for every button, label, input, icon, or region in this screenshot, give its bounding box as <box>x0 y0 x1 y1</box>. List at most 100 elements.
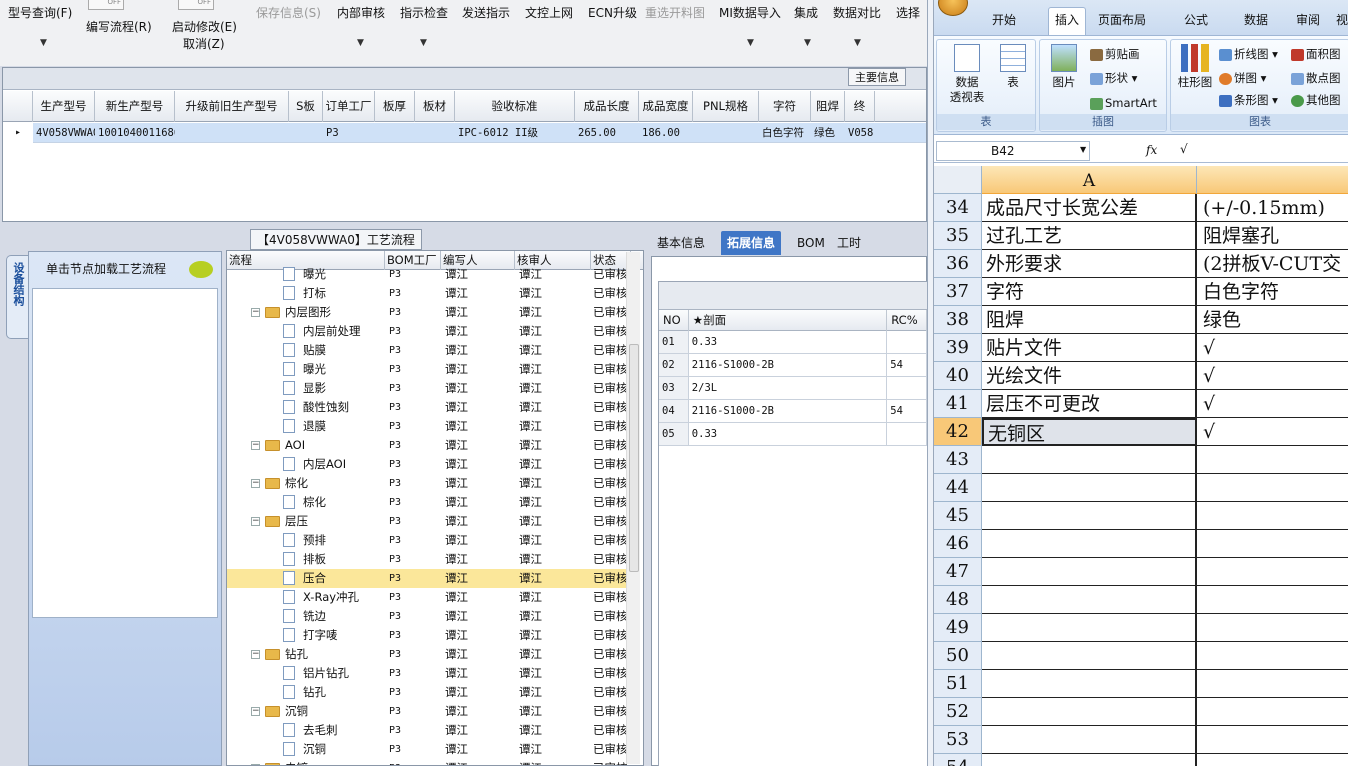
select-all-corner[interactable] <box>934 166 982 194</box>
save-info-button[interactable]: 保存信息(S) <box>256 4 321 21</box>
tree-node[interactable]: − 内层图形 <box>227 303 385 322</box>
process-tree-scrollbar[interactable] <box>626 252 640 764</box>
grid-column-header[interactable]: 升级前旧生产型号 <box>175 91 289 122</box>
cell-b[interactable] <box>1197 530 1348 558</box>
grid-cell[interactable] <box>415 123 455 143</box>
chevron-down-icon[interactable]: ▼ <box>420 38 427 48</box>
table-row[interactable]: 04 2116-S1000-2B 54 <box>659 400 927 423</box>
tree-row[interactable]: 贴膜 P3 谭江 谭江 已审核 <box>227 341 627 360</box>
cell-b[interactable]: (2拼板V-CUT交 <box>1197 250 1348 278</box>
tree-row[interactable]: 退膜 P3 谭江 谭江 已审核 <box>227 417 627 436</box>
section-cell[interactable] <box>887 377 927 399</box>
tree-row[interactable]: 曝光 P3 谭江 谭江 已审核 <box>227 265 627 284</box>
row-header[interactable]: 46 <box>934 530 982 558</box>
row-header[interactable]: 40 <box>934 362 982 390</box>
scrollbar-thumb[interactable] <box>629 344 639 572</box>
cell-a[interactable]: 无铜区 <box>982 418 1197 446</box>
tree-row[interactable]: 棕化 P3 谭江 谭江 已审核 <box>227 493 627 512</box>
data-compare-button[interactable]: 数据对比 <box>833 4 881 21</box>
chevron-down-icon[interactable]: ▼ <box>1080 145 1086 154</box>
tree-row[interactable]: 铣边 P3 谭江 谭江 已审核 <box>227 607 627 626</box>
row-header[interactable]: 42 <box>934 418 982 446</box>
tree-row[interactable]: − AOI P3 谭江 谭江 已审核 <box>227 436 627 455</box>
cell-a[interactable] <box>982 446 1197 474</box>
grid-cell[interactable]: 4V058VWWA0 <box>33 123 95 143</box>
tree-node[interactable]: 打标 <box>227 284 385 303</box>
grid-column-header[interactable]: S板 <box>289 91 323 122</box>
row-header[interactable]: 48 <box>934 586 982 614</box>
tree-row[interactable]: 钻孔 P3 谭江 谭江 已审核 <box>227 683 627 702</box>
start-modify-toggle[interactable]: OFF <box>178 0 214 10</box>
tree-row[interactable]: 显影 P3 谭江 谭江 已审核 <box>227 379 627 398</box>
section-cell[interactable]: 54 <box>887 354 927 376</box>
table-row[interactable]: 05 0.33 <box>659 423 927 446</box>
cell-a[interactable] <box>982 586 1197 614</box>
tree-node[interactable]: 铝片钻孔 <box>227 664 385 683</box>
tree-node[interactable]: 退膜 <box>227 417 385 436</box>
tree-node[interactable]: 沉铜 <box>227 740 385 759</box>
collapse-icon[interactable]: − <box>251 517 260 526</box>
row-header[interactable]: 36 <box>934 250 982 278</box>
tree-row[interactable]: − 层压 P3 谭江 谭江 已审核 <box>227 512 627 531</box>
section-cell[interactable]: 54 <box>887 400 927 422</box>
integration-button[interactable]: 集成 <box>794 4 818 21</box>
pivot-table-button[interactable]: 数据 透视表 <box>941 44 993 105</box>
grid-cell[interactable] <box>289 123 323 143</box>
table-row[interactable]: 01 0.33 <box>659 331 927 354</box>
grid-column-header[interactable]: PNL规格 <box>693 91 759 122</box>
cell-a[interactable]: 层压不可更改 <box>982 390 1197 418</box>
area-chart-button[interactable]: 面积图 <box>1291 46 1341 62</box>
tab-work-hours[interactable]: 工时 <box>831 231 867 255</box>
cell-b[interactable] <box>1197 754 1348 766</box>
cell-b[interactable]: √ <box>1197 334 1348 362</box>
doc-upload-button[interactable]: 文控上网 <box>525 4 573 21</box>
tree-row[interactable]: − 棕化 P3 谭江 谭江 已审核 <box>227 474 627 493</box>
section-cell[interactable]: 02 <box>659 354 689 376</box>
cell-a[interactable] <box>982 474 1197 502</box>
tree-node[interactable]: 贴膜 <box>227 341 385 360</box>
write-flow-toggle[interactable]: OFF <box>88 0 124 10</box>
cell-b[interactable] <box>1197 698 1348 726</box>
tree-row[interactable]: 沉铜 P3 谭江 谭江 已审核 <box>227 740 627 759</box>
section-cell[interactable]: 0.33 <box>689 331 888 353</box>
chevron-down-icon[interactable]: ▼ <box>40 38 47 48</box>
clipart-button[interactable]: 剪贴画 <box>1090 46 1140 62</box>
tree-row[interactable]: − 沉铜 P3 谭江 谭江 已审核 <box>227 702 627 721</box>
tree-node[interactable]: 预排 <box>227 531 385 550</box>
table-row[interactable]: 03 2/3L <box>659 377 927 400</box>
grid-cell[interactable]: V058 <box>845 123 875 143</box>
grid-cell[interactable] <box>375 123 415 143</box>
cell-a[interactable]: 字符 <box>982 278 1197 306</box>
line-chart-button[interactable]: 折线图 ▾ <box>1219 46 1278 62</box>
section-cell[interactable]: 03 <box>659 377 689 399</box>
row-header[interactable]: 39 <box>934 334 982 362</box>
cell-b[interactable] <box>1197 726 1348 754</box>
tree-row[interactable]: X-Ray冲孔 P3 谭江 谭江 已审核 <box>227 588 627 607</box>
tree-row[interactable]: 打字唛 P3 谭江 谭江 已审核 <box>227 626 627 645</box>
tree-node[interactable]: 内层AOI <box>227 455 385 474</box>
column-header-a[interactable]: A <box>982 166 1197 194</box>
picture-button[interactable]: 图片 <box>1044 44 1084 90</box>
row-header[interactable]: 35 <box>934 222 982 250</box>
cell-b[interactable] <box>1197 558 1348 586</box>
chevron-down-icon[interactable]: ▼ <box>854 38 861 48</box>
fx-icon[interactable]: fx <box>1146 143 1157 157</box>
collapse-icon[interactable]: − <box>251 441 260 450</box>
chevron-down-icon[interactable]: ▼ <box>804 38 811 48</box>
tree-node[interactable]: X-Ray冲孔 <box>227 588 385 607</box>
row-header[interactable]: 54 <box>934 754 982 766</box>
cell-b[interactable] <box>1197 474 1348 502</box>
cell-b[interactable] <box>1197 586 1348 614</box>
section-cell[interactable] <box>887 331 927 353</box>
cell-b[interactable] <box>1197 446 1348 474</box>
tree-row[interactable]: 内层AOI P3 谭江 谭江 已审核 <box>227 455 627 474</box>
grid-cell[interactable] <box>693 123 759 143</box>
section-column-header[interactable]: RC% <box>887 310 927 331</box>
cell-a[interactable] <box>982 642 1197 670</box>
row-header[interactable]: 45 <box>934 502 982 530</box>
start-modify-button[interactable]: 启动修改(E) <box>172 18 237 35</box>
cell-a[interactable] <box>982 726 1197 754</box>
section-cell[interactable]: 2/3L <box>689 377 888 399</box>
cancel-button[interactable]: 取消(Z) <box>183 35 225 52</box>
office-button[interactable] <box>938 0 968 16</box>
